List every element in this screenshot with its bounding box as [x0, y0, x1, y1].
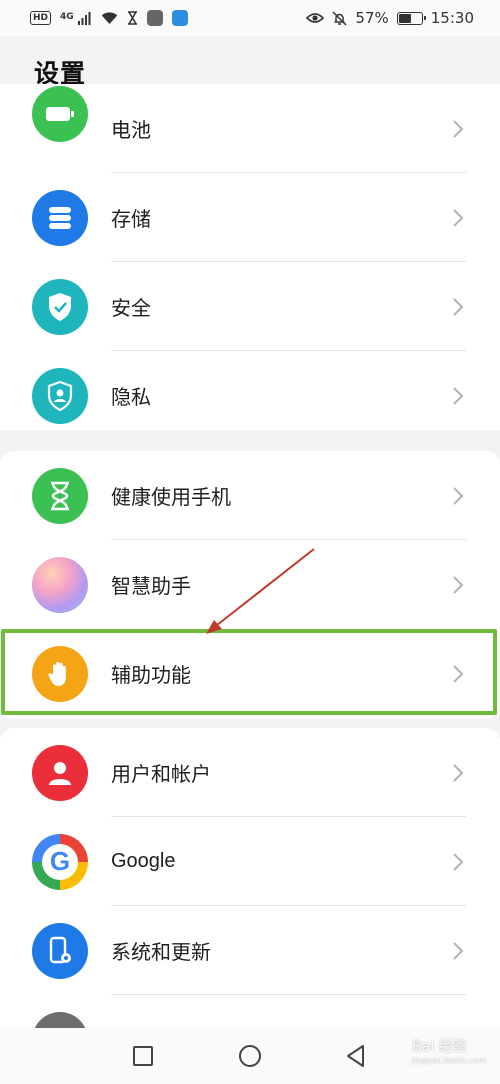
settings-item-label: Google [111, 850, 176, 872]
settings-item-label: 系统和更新 [111, 940, 211, 964]
chevron-right-icon [453, 852, 464, 871]
settings-group-3: 用户和帐户 G Google 系统和更新 [0, 728, 500, 1068]
hourglass-icon [32, 467, 88, 524]
chevron-right-icon [453, 763, 464, 782]
recent-apps-icon[interactable] [131, 1044, 155, 1068]
settings-item-label: 健康使用手机 [111, 485, 231, 509]
settings-item-digital-balance[interactable]: 健康使用手机 [0, 451, 500, 540]
app-icon [147, 10, 164, 26]
settings-group-2: 健康使用手机 智慧助手 辅助功能 [0, 451, 500, 719]
home-icon[interactable] [238, 1044, 262, 1068]
settings-item-accessibility[interactable]: 辅助功能 [0, 629, 500, 718]
shield-icon [32, 278, 88, 335]
battery-fill [398, 13, 411, 23]
watermark-text: Bai 经验 [412, 1039, 467, 1055]
settings-item-label: 安全 [111, 296, 151, 320]
battery-icon [32, 86, 88, 142]
bell-muted-icon [332, 10, 347, 26]
chevron-right-icon [453, 208, 464, 227]
settings-item-label: 隐私 [111, 385, 151, 409]
watermark-sub: jingyan.baidu.com [412, 1056, 486, 1065]
settings-item-security[interactable]: 安全 [0, 262, 500, 351]
storage-icon [32, 189, 88, 246]
chevron-right-icon [453, 575, 464, 594]
settings-item-users-accounts[interactable]: 用户和帐户 [0, 728, 500, 817]
settings-item-label: 存储 [111, 207, 151, 231]
back-icon[interactable] [344, 1044, 368, 1068]
google-icon: G [32, 833, 88, 890]
app-icon [172, 10, 189, 26]
settings-item-privacy[interactable]: 隐私 [0, 351, 500, 440]
settings-item-label: 电池 [111, 118, 151, 142]
hand-icon [32, 645, 88, 702]
privacy-icon [32, 367, 88, 424]
battery-icon [396, 11, 426, 25]
settings-item-label: 辅助功能 [111, 663, 191, 687]
watermark: Bai 经验 jingyan.baidu.com [412, 1036, 486, 1065]
chevron-right-icon [453, 119, 464, 138]
settings-item-smart-assistant[interactable]: 智慧助手 [0, 540, 500, 629]
settings-item-label: 用户和帐户 [111, 762, 211, 786]
settings-item-system-update[interactable]: 系统和更新 [0, 906, 500, 995]
hd-badge: HD [30, 11, 52, 25]
settings-group-1: 电池 存储 安全 隐私 [0, 84, 500, 430]
clock: 15:30 [430, 9, 474, 27]
settings-item-storage[interactable]: 存储 [0, 173, 500, 262]
chevron-right-icon [453, 664, 464, 683]
divider [111, 994, 466, 995]
battery-percent: 57% [355, 9, 389, 27]
chevron-right-icon [453, 486, 464, 505]
settings-item-google[interactable]: G Google [0, 817, 500, 906]
wifi-icon [102, 11, 118, 24]
status-bar: HD 4G 57% 15:30 [0, 0, 500, 36]
chevron-right-icon [453, 941, 464, 960]
eye-icon [306, 13, 325, 23]
network-type: 4G [60, 12, 74, 22]
chevron-right-icon [453, 386, 464, 405]
hourglass-icon [128, 11, 138, 25]
user-icon [32, 744, 88, 801]
system-update-icon [32, 922, 88, 979]
settings-item-battery[interactable]: 电池 [0, 84, 500, 173]
assistant-icon [32, 556, 88, 613]
signal-icon: 4G [60, 9, 92, 27]
settings-item-label: 智慧助手 [111, 574, 191, 598]
chevron-right-icon [453, 297, 464, 316]
